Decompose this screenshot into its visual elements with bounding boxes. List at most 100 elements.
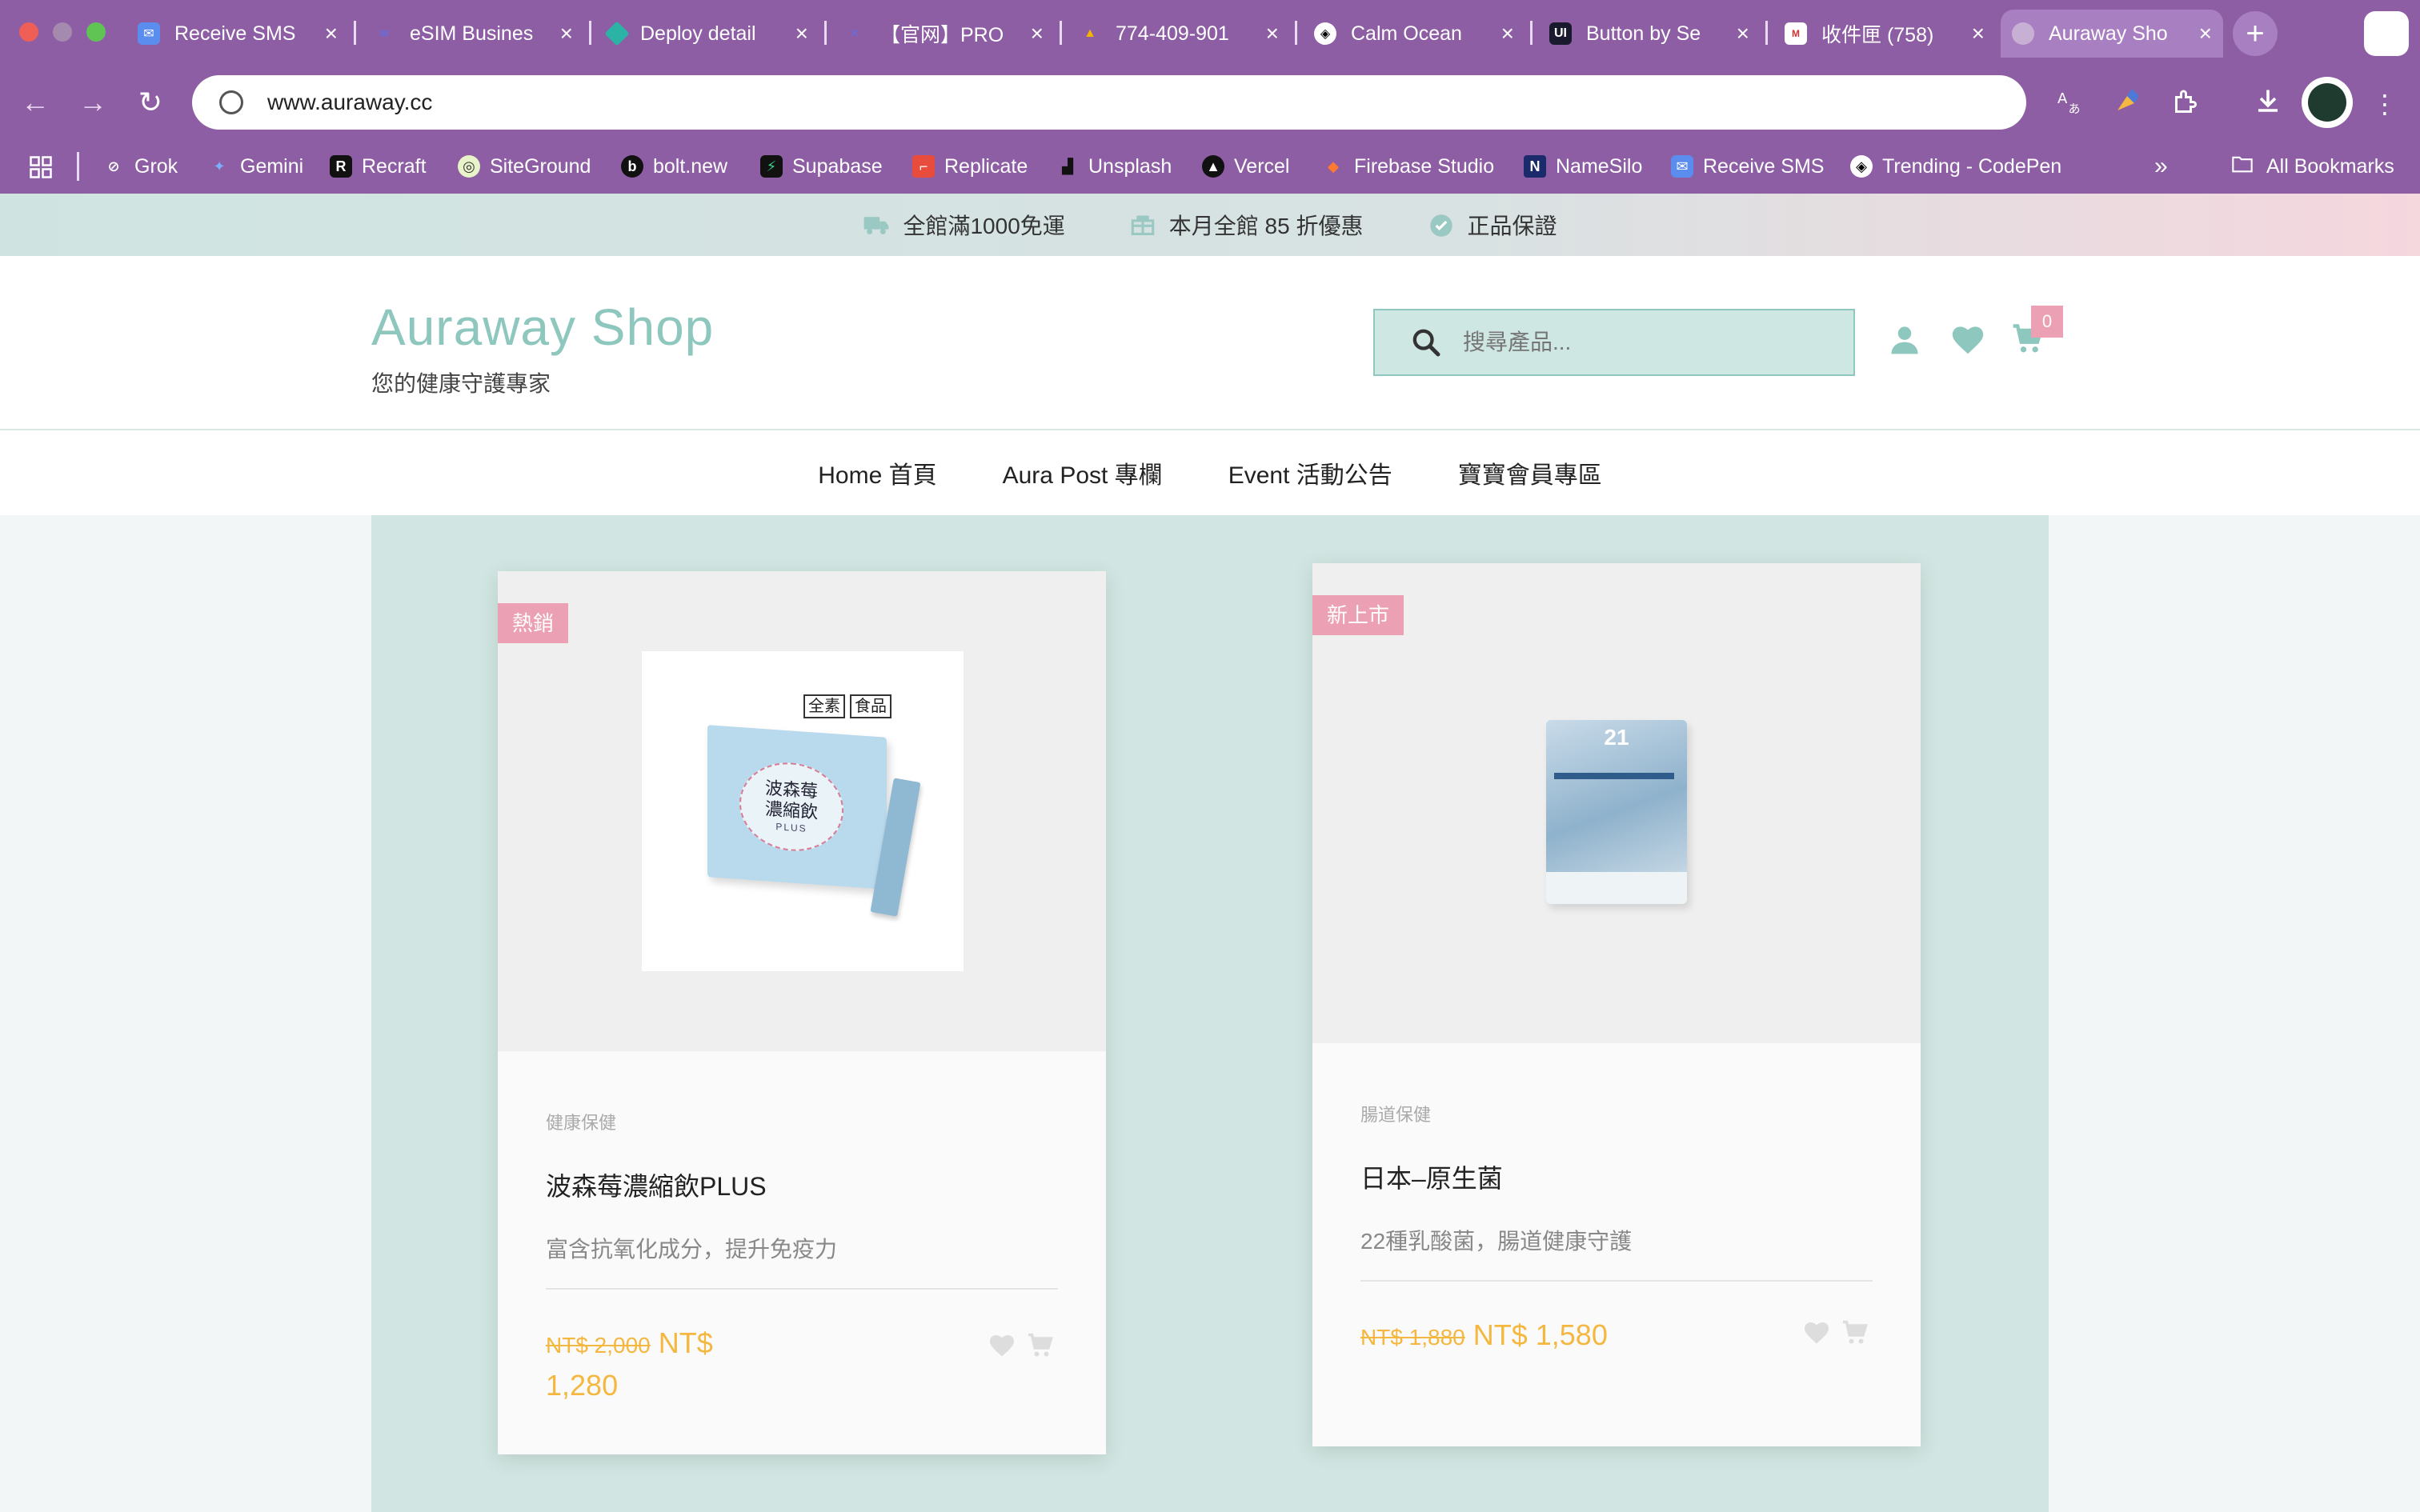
reload-icon[interactable]: ↻ [133, 85, 168, 120]
box-subtitle: PLUS [775, 821, 807, 834]
announcement-item: 全館滿1000免運 [863, 209, 1065, 241]
folder-icon [2230, 153, 2255, 181]
browser-tab[interactable]: ᴍ eSIM Busines × [362, 10, 584, 58]
siteground-icon: ◎ [458, 155, 480, 178]
box-footer [1546, 872, 1687, 904]
bookmark-unsplash[interactable]: ▟ Unsplash [1056, 150, 1172, 182]
bookmark-supabase[interactable]: ⚡ Supabase [760, 150, 883, 182]
minimize-window-button[interactable] [53, 22, 72, 42]
tab-close-icon[interactable]: × [1972, 21, 1985, 46]
url-text[interactable]: www.auraway.cc [267, 90, 432, 115]
tab-close-icon[interactable]: × [2199, 21, 2212, 46]
tab-close-icon[interactable]: × [560, 21, 573, 46]
download-icon[interactable] [2250, 86, 2286, 122]
account-icon[interactable] [1887, 322, 1922, 357]
tab-close-icon[interactable]: × [1266, 21, 1279, 46]
drive-icon: ▲ [1084, 26, 1096, 40]
announcement-item: 正品保證 [1428, 209, 1557, 241]
bookmark-firebase[interactable]: ◆ Firebase Studio [1322, 150, 1494, 182]
tab-close-icon[interactable]: × [1031, 21, 1044, 46]
nav-home[interactable]: Home 首頁 [818, 455, 936, 490]
browser-tab[interactable]: Deploy detail × [597, 10, 819, 58]
browser-tab[interactable]: ◈ Calm Ocean × [1303, 10, 1525, 58]
sale-price: NT$ 1,580 [1472, 1318, 1608, 1351]
bookmarks-overflow-button[interactable]: » [2154, 150, 2168, 182]
all-bookmarks-button[interactable]: All Bookmarks [2230, 150, 2394, 182]
translate-icon[interactable]: Aあ [2052, 86, 2087, 122]
tab-close-icon[interactable]: × [1501, 21, 1514, 46]
bookmark-bolt[interactable]: b bolt.new [621, 150, 727, 182]
replicate-icon: ⌐ [912, 155, 935, 178]
product-image[interactable]: 全素 食品 波森莓濃縮飲 PLUS [498, 571, 1106, 1051]
bookmark-label: Gemini [240, 154, 304, 178]
card-actions [1802, 1318, 1869, 1351]
browser-tab[interactable]: UI Button by Se × [1538, 10, 1761, 58]
bookmark-label: Firebase Studio [1354, 154, 1495, 178]
site-logo[interactable]: Auraway Shop [371, 298, 714, 357]
recraft-icon: R [330, 155, 352, 178]
add-to-cart-icon[interactable] [1026, 1331, 1055, 1364]
bookmark-grok[interactable]: ⊘ Grok [102, 150, 178, 182]
forward-arrow-icon[interactable]: → [75, 85, 110, 120]
bookmark-label: All Bookmarks [2266, 154, 2394, 178]
tab-label: Auraway Sho [2049, 22, 2168, 45]
uiverse-icon: UI [1549, 22, 1572, 45]
profile-avatar[interactable] [2302, 77, 2353, 128]
site-tagline: 您的健康守護專家 [371, 371, 551, 396]
product-category: 腸道保健 [1360, 1105, 1432, 1125]
new-tab-button[interactable]: + [2233, 11, 2278, 56]
search-input[interactable] [1463, 330, 1831, 355]
product-name[interactable]: 波森莓濃縮飲PLUS [546, 1166, 767, 1203]
menu-kebab-icon[interactable]: ⋮ [2367, 86, 2402, 122]
bookmark-namesilo[interactable]: N NameSilo [1524, 150, 1642, 182]
add-to-wishlist-heart-icon[interactable] [1802, 1318, 1831, 1351]
bookmark-siteground[interactable]: ◎ SiteGround [458, 150, 591, 182]
bookmark-separator [77, 152, 79, 181]
bookmark-recraft[interactable]: R Recraft [330, 150, 427, 182]
tab-close-icon[interactable]: × [795, 21, 808, 46]
browser-tab[interactable]: ✕ 【官网】PRO × [832, 10, 1055, 58]
codepen-icon: ◈ [1850, 155, 1873, 178]
nav-aura-post[interactable]: Aura Post 專欄 [1003, 455, 1163, 490]
bookmark-gemini[interactable]: ✦ Gemini [208, 150, 303, 182]
tab-label: 收件匣 (758) [1821, 24, 1934, 46]
browser-tab[interactable]: ▲ 774-409-901 × [1068, 10, 1290, 58]
product-image[interactable]: 21 [1312, 563, 1921, 1043]
announcement-text: 正品保證 [1467, 214, 1557, 238]
chevron-double-right-icon: » [2154, 153, 2168, 179]
maximize-window-button[interactable] [86, 22, 106, 42]
tab-search-button[interactable] [2364, 11, 2409, 56]
nav-events[interactable]: Event 活動公告 [1228, 455, 1392, 490]
product-card[interactable]: 21 新上市 腸道保健 日本–原生菌 22種乳酸菌，腸道健康守護 NT$ 1,8… [1312, 563, 1921, 1446]
close-window-button[interactable] [19, 22, 38, 42]
bookmark-codepen[interactable]: ◈ Trending - CodePen [1850, 150, 2061, 182]
nav-member-zone[interactable]: 寶寶會員專區 [1458, 455, 1602, 490]
tab-separator [1765, 21, 1768, 45]
extensions-puzzle-icon[interactable] [2167, 86, 2202, 122]
globe-icon [2012, 22, 2034, 45]
browser-tab[interactable]: M 收件匣 (758) × [1773, 10, 1996, 58]
verified-icon [1428, 214, 1455, 237]
site-info-icon[interactable] [219, 90, 243, 114]
browser-tab[interactable]: ✉ Receive SMS × [126, 10, 349, 58]
tab-separator [589, 21, 591, 45]
bookmark-replicate[interactable]: ⌐ Replicate [912, 150, 1028, 182]
product-name[interactable]: 日本–原生菌 [1360, 1158, 1503, 1195]
tab-close-icon[interactable]: × [325, 21, 338, 46]
add-to-wishlist-heart-icon[interactable] [988, 1331, 1016, 1364]
address-bar[interactable]: www.auraway.cc [192, 75, 2026, 130]
add-to-cart-icon[interactable] [1841, 1318, 1869, 1351]
tab-close-icon[interactable]: × [1737, 21, 1749, 46]
original-price: NT$ 1,880 [1360, 1325, 1465, 1350]
browser-tab-active[interactable]: Auraway Sho × [2001, 10, 2223, 58]
search-box[interactable] [1373, 309, 1855, 376]
apps-grid-icon[interactable] [29, 155, 53, 179]
back-arrow-icon[interactable]: ← [18, 85, 53, 120]
extension-brush-icon[interactable] [2109, 86, 2145, 122]
wishlist-heart-icon[interactable] [1949, 322, 1985, 357]
hot-sale-badge: 熱銷 [498, 603, 569, 643]
bookmark-receive-sms[interactable]: ✉ Receive SMS [1671, 150, 1824, 182]
bookmark-vercel[interactable]: ▲ Vercel [1202, 150, 1289, 182]
box-number: 21 [1604, 725, 1629, 750]
product-card[interactable]: 全素 食品 波森莓濃縮飲 PLUS 熱銷 健康保健 波森莓濃縮飲PLUS 富含抗… [498, 571, 1106, 1454]
